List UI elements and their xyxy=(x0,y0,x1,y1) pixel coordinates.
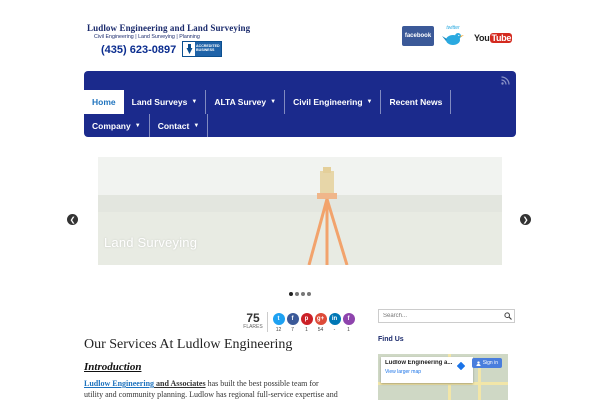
facebook-link[interactable]: facebook xyxy=(402,26,434,46)
find-us-heading: Find Us xyxy=(378,336,404,343)
rss-icon[interactable] xyxy=(501,76,510,85)
chevron-down-icon: ▼ xyxy=(134,123,141,129)
section-heading: Introduction xyxy=(84,361,142,373)
nav-item-company[interactable]: Company ▼ xyxy=(84,114,150,138)
slide-caption: Land Surveying xyxy=(104,235,198,250)
nav-item-civil-engineering[interactable]: Civil Engineering ▼ xyxy=(285,90,382,114)
linkedin-icon: in xyxy=(328,313,341,325)
share-total-number: 75 xyxy=(246,311,260,325)
nav-label: ALTA Survey xyxy=(214,97,267,107)
share-facebook-button[interactable]: f 7 xyxy=(286,313,299,333)
chevron-down-icon: ▼ xyxy=(191,99,198,105)
pinterest-icon: p xyxy=(300,313,313,325)
bbb-torch-icon xyxy=(183,42,195,56)
chevron-down-icon: ▼ xyxy=(193,123,200,129)
share-linkedin-button[interactable]: in - xyxy=(328,313,341,333)
company-link[interactable]: Ludlow Engineering xyxy=(84,379,154,388)
youtube-tube: Tube xyxy=(490,33,513,43)
bbb-text: ACCREDITED BUSINESS xyxy=(195,42,221,56)
nav-label: Civil Engineering xyxy=(293,97,363,107)
map-road xyxy=(478,364,481,400)
site-logo[interactable]: Ludlow Engineering and Land Surveying Ci… xyxy=(87,23,251,61)
share-buttons: t 12 f 7 p 1 g+ 54 in - f 1 xyxy=(272,313,355,333)
nav-item-alta-survey[interactable]: ALTA Survey ▼ xyxy=(206,90,286,114)
nav-label: Home xyxy=(92,97,116,107)
slider-dot[interactable] xyxy=(295,292,299,296)
google-map[interactable]: Ludlow Engineering a... View larger map … xyxy=(378,354,508,400)
slider-dot[interactable] xyxy=(307,292,311,296)
body-line-2: utility and community planning. Ludlow h… xyxy=(84,390,338,399)
slider-dot[interactable] xyxy=(289,292,293,296)
share-google-plus-button[interactable]: g+ 54 xyxy=(314,313,327,333)
share-count: 12 xyxy=(275,327,282,333)
share-count: - xyxy=(333,327,336,333)
nav-label: Recent News xyxy=(389,97,443,107)
chevron-left-icon: ❮ xyxy=(69,216,76,224)
nav-item-home[interactable]: Home xyxy=(84,90,124,114)
share-pinterest-button[interactable]: p 1 xyxy=(300,313,313,333)
youtube-you: You xyxy=(474,33,490,43)
nav-item-contact[interactable]: Contact ▼ xyxy=(150,114,209,138)
slider-pagination xyxy=(289,292,311,296)
user-icon xyxy=(476,360,481,366)
map-info-card: Ludlow Engineering a... View larger map xyxy=(381,357,473,383)
nav-label: Land Surveys xyxy=(131,97,188,107)
hero-slider[interactable]: Land Surveying xyxy=(98,157,502,265)
slider-next-button[interactable]: ❯ xyxy=(520,214,531,225)
share-twitter-button[interactable]: t 12 xyxy=(272,313,285,333)
map-sign-in-label: Sign in xyxy=(482,360,498,366)
twitter-icon: t xyxy=(272,313,285,325)
company-strong: and Associates xyxy=(154,379,206,388)
nav-row-secondary: Company ▼ Contact ▼ xyxy=(84,114,209,138)
nav-row-primary: Home Land Surveys ▼ ALTA Survey ▼ Civil En… xyxy=(84,90,452,114)
twitter-bird-icon xyxy=(442,33,464,45)
surveying-tripod-image xyxy=(307,167,349,265)
slider-prev-button[interactable]: ❮ xyxy=(67,214,78,225)
youtube-link[interactable]: You Tube xyxy=(474,30,513,46)
nav-label: Contact xyxy=(157,121,190,131)
map-sign-in-button[interactable]: Sign in xyxy=(471,358,502,368)
nav-label: Company xyxy=(92,121,131,131)
share-count: 7 xyxy=(291,327,294,333)
slider-dot[interactable] xyxy=(301,292,305,296)
share-count: 1 xyxy=(347,327,350,333)
directions-icon[interactable] xyxy=(457,362,465,370)
chevron-right-icon: ❯ xyxy=(522,216,529,224)
page-title: Our Services At Ludlow Engineering xyxy=(84,337,293,352)
bbb-accredited-badge[interactable]: ACCREDITED BUSINESS xyxy=(182,41,222,57)
share-count: 1 xyxy=(305,327,308,333)
share-flare-button[interactable]: f 1 xyxy=(342,313,355,333)
intro-paragraph: Ludlow Engineering and Associates has bu… xyxy=(84,378,366,400)
main-navigation: Home Land Surveys ▼ ALTA Survey ▼ Civil En… xyxy=(84,71,516,138)
chevron-down-icon: ▼ xyxy=(270,99,277,105)
flare-icon: f xyxy=(342,313,355,325)
search-box xyxy=(378,309,515,323)
share-count: 54 xyxy=(317,327,324,333)
share-divider xyxy=(267,312,268,332)
facebook-icon: f xyxy=(286,313,299,325)
share-total: 75 FLARES xyxy=(241,312,265,330)
search-icon[interactable] xyxy=(502,310,514,322)
body-line-1: has built the best possible team for xyxy=(205,379,319,388)
nav-item-land-surveys[interactable]: Land Surveys ▼ xyxy=(124,90,207,114)
share-total-label: FLARES xyxy=(243,324,263,330)
google-plus-icon: g+ xyxy=(314,313,327,325)
phone-number[interactable]: (435) 623-0897 xyxy=(101,44,176,56)
nav-item-recent-news[interactable]: Recent News xyxy=(381,90,452,114)
twitter-link[interactable]: twitter xyxy=(440,25,466,49)
logo-title: Ludlow Engineering and Land Surveying xyxy=(87,23,251,33)
chevron-down-icon: ▼ xyxy=(366,99,373,105)
logo-tagline: Civil Engineering | Land Surveying | Pla… xyxy=(94,34,200,40)
search-input[interactable] xyxy=(379,313,502,319)
